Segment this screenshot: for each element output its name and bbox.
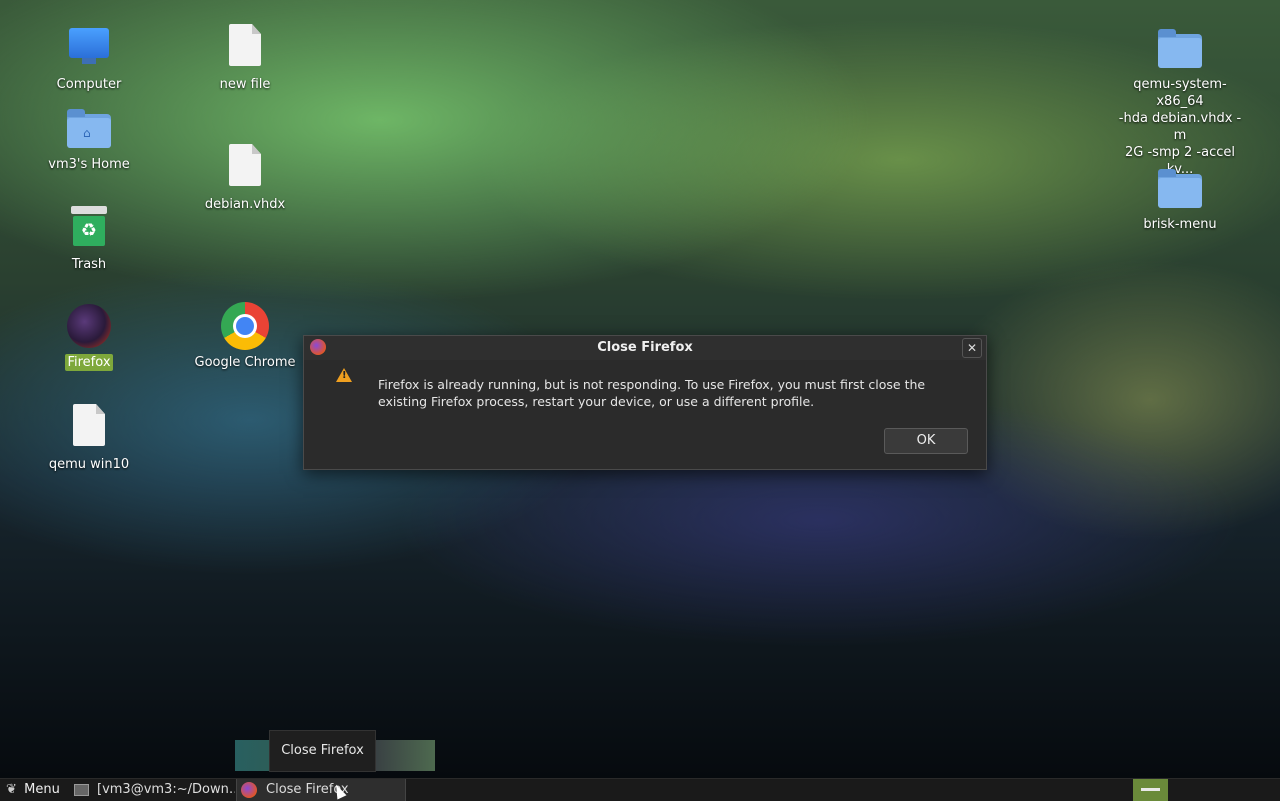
computer-icon xyxy=(65,24,113,72)
ok-button[interactable]: OK xyxy=(884,428,968,454)
menu-button[interactable]: ❦ Menu xyxy=(0,779,66,801)
file-icon xyxy=(221,24,269,72)
desktop-icon-brisk-menu[interactable]: brisk-menu xyxy=(1115,164,1245,233)
firefox-icon xyxy=(65,302,113,350)
desktop-icon-label: vm3's Home xyxy=(48,157,130,172)
dialog-message: Firefox is already running, but is not r… xyxy=(378,377,926,409)
desktop-icon-firefox[interactable]: Firefox xyxy=(24,302,154,371)
desktop-icon-label: Trash xyxy=(71,257,107,272)
file-icon xyxy=(65,404,113,452)
menu-icon: ❦ xyxy=(6,782,17,797)
terminal-icon xyxy=(74,783,89,796)
folder-icon xyxy=(1156,24,1204,72)
firefox-icon xyxy=(241,781,257,798)
desktop-icon-label: Computer xyxy=(56,77,122,92)
desktop-icon-label: Google Chrome xyxy=(194,355,296,370)
desktop-icon-label: qemu win10 xyxy=(48,457,130,472)
desktop-icon-label: debian.vhdx xyxy=(204,197,286,212)
warning-icon: ! xyxy=(336,368,352,384)
trash-icon: ♻ xyxy=(65,204,113,252)
taskbar: ❦ Menu [vm3@vm3:~/Down… Close Firefox xyxy=(0,778,1280,801)
folder-icon xyxy=(1156,164,1204,212)
tray-indicator[interactable] xyxy=(1133,779,1168,801)
home-folder-icon: ⌂ xyxy=(65,104,113,152)
desktop-icon-computer[interactable]: Computer xyxy=(24,24,154,93)
desktop-icon-label: qemu-system-x86_64 -hda debian.vhdx -m 2… xyxy=(1118,77,1242,177)
desktop-icon-qemu-win10[interactable]: qemu win10 xyxy=(24,404,154,473)
dialog-titlebar[interactable]: Close Firefox ✕ xyxy=(304,336,986,360)
desktop-icon-trash[interactable]: ♻ Trash xyxy=(24,204,154,273)
desktop-icon-new-file[interactable]: new file xyxy=(180,24,310,93)
desktop-icon-qemu-command[interactable]: qemu-system-x86_64 -hda debian.vhdx -m 2… xyxy=(1115,24,1245,178)
menu-label: Menu xyxy=(24,782,60,797)
close-firefox-dialog: Close Firefox ✕ ! Firefox is already run… xyxy=(303,335,987,470)
desktop-icon-google-chrome[interactable]: Google Chrome xyxy=(180,302,310,371)
desktop-icon-label: Firefox xyxy=(65,354,113,371)
file-icon xyxy=(221,144,269,192)
close-icon[interactable]: ✕ xyxy=(962,338,982,358)
desktop-icon-home[interactable]: ⌂ vm3's Home xyxy=(24,104,154,173)
desktop-icon-label: new file xyxy=(219,77,271,92)
taskbar-item-terminal[interactable]: [vm3@vm3:~/Down… xyxy=(70,779,235,801)
chrome-icon xyxy=(221,302,269,350)
dialog-title: Close Firefox xyxy=(597,340,693,355)
desktop-icon-debian-vhdx[interactable]: debian.vhdx xyxy=(180,144,310,213)
taskbar-item-close-firefox[interactable]: Close Firefox xyxy=(236,779,406,801)
taskbar-tooltip: Close Firefox xyxy=(269,730,376,772)
desktop-icon-label: brisk-menu xyxy=(1143,217,1217,232)
taskbar-item-label: [vm3@vm3:~/Down… xyxy=(97,782,235,797)
